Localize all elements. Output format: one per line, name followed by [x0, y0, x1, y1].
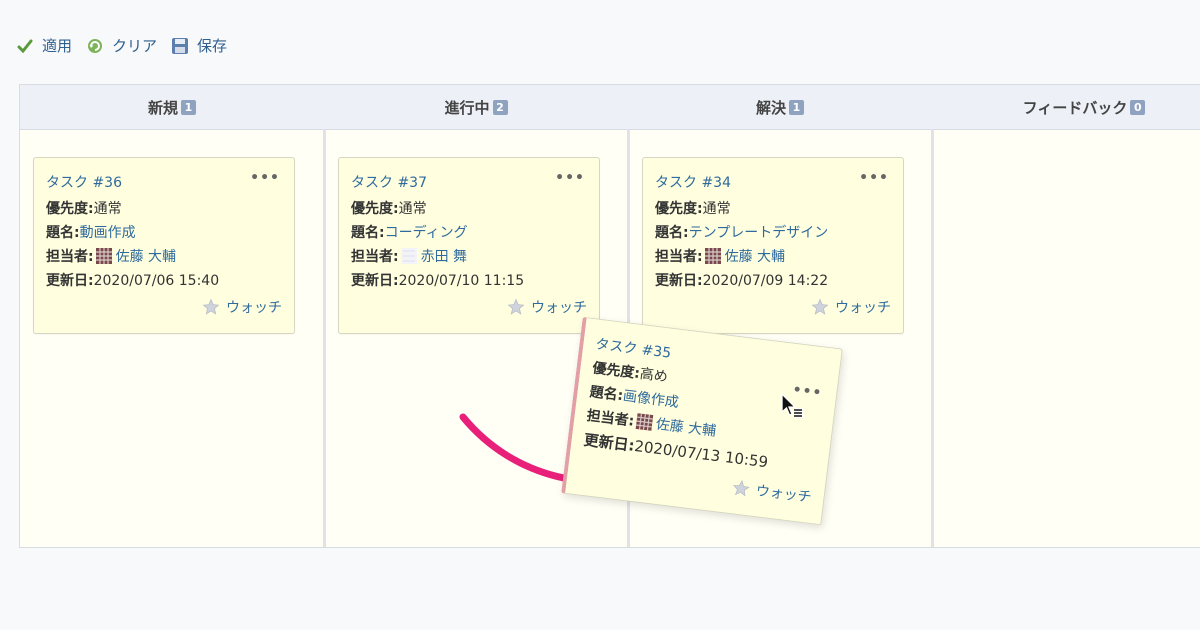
- priority-row: 優先度:通常: [655, 198, 731, 218]
- more-dots-icon[interactable]: •••: [250, 170, 280, 186]
- count-badge: 0: [1130, 99, 1146, 115]
- watch-button[interactable]: ウォッチ: [202, 297, 282, 317]
- column-title: 解決: [755, 98, 786, 117]
- column-header-new: 新規 1: [20, 85, 324, 129]
- apply-label: 適用: [42, 37, 73, 55]
- priority-label: 優先度:: [655, 201, 703, 217]
- count-badge: 1: [789, 99, 804, 115]
- task-id-link[interactable]: タスク #37: [351, 172, 427, 192]
- updated-row: 更新日:2020/07/09 14:22: [655, 270, 828, 290]
- subject-label: 題名:: [351, 225, 385, 241]
- assignee-label: 担当者:: [655, 249, 703, 265]
- avatar: [635, 413, 653, 431]
- updated-label: 更新日:: [655, 273, 703, 289]
- star-icon: [507, 298, 525, 315]
- column-title: 新規: [147, 98, 178, 117]
- assignee-label: 担当者:: [585, 407, 635, 430]
- subject-link[interactable]: 画像作成: [622, 388, 680, 411]
- task-card-36[interactable]: タスク #36 ••• 優先度:通常 題名:動画作成 担当者: 佐藤 大輔 更新日…: [33, 157, 295, 334]
- column-headers: 新規 1 進行中 2 解決 1 フィードバック 0: [20, 85, 1200, 130]
- task-id-link[interactable]: タスク #34: [655, 172, 731, 192]
- column-title: フィードバック: [1022, 98, 1128, 117]
- apply-button[interactable]: 適用: [16, 35, 72, 56]
- floppy-disk-icon: [171, 37, 189, 55]
- subject-link[interactable]: コーディング: [385, 225, 468, 241]
- updated-value: 2020/07/10 11:15: [398, 273, 525, 289]
- column-header-feedback: フィードバック 0: [932, 85, 1200, 129]
- priority-row: 優先度:通常: [351, 198, 427, 218]
- count-badge: 1: [181, 99, 196, 115]
- avatar: [400, 248, 417, 264]
- watch-label: ウォッチ: [531, 300, 587, 316]
- assignee-label: 担当者:: [46, 249, 94, 265]
- priority-label: 優先度:: [591, 360, 641, 383]
- assignee-label: 担当者:: [351, 249, 399, 265]
- assignee-link[interactable]: 赤田 舞: [421, 249, 467, 265]
- column-divider: [323, 129, 326, 547]
- save-label: 保存: [197, 37, 228, 55]
- priority-value: 通常: [702, 201, 731, 217]
- refresh-icon: [86, 37, 104, 55]
- mouse-cursor-icon: [781, 392, 803, 418]
- clear-button[interactable]: クリア: [86, 35, 157, 56]
- task-card-37[interactable]: タスク #37 ••• 優先度:通常 題名:コーディング 担当者: 赤田 舞 更新…: [338, 157, 600, 334]
- updated-row: 更新日:2020/07/06 15:40: [46, 270, 219, 290]
- column-divider: [931, 129, 934, 547]
- assignee-link[interactable]: 佐藤 大輔: [725, 249, 785, 265]
- subject-row: 題名:動画作成: [46, 222, 136, 242]
- save-button[interactable]: 保存: [171, 35, 227, 56]
- task-card-34[interactable]: タスク #34 ••• 優先度:通常 題名:テンプレートデザイン 担当者: 佐藤 …: [642, 157, 904, 334]
- updated-value: 2020/07/06 15:40: [93, 273, 220, 289]
- priority-label: 優先度:: [351, 201, 399, 217]
- updated-label: 更新日:: [351, 273, 399, 289]
- subject-row: 題名:コーディング: [351, 222, 468, 242]
- assignee-row: 担当者: 赤田 舞: [351, 246, 467, 266]
- priority-row: 優先度:通常: [46, 198, 122, 218]
- subject-link[interactable]: 動画作成: [80, 225, 136, 241]
- subject-label: 題名:: [655, 225, 689, 241]
- updated-label: 更新日:: [46, 273, 94, 289]
- column-header-resolved: 解決 1: [628, 85, 932, 129]
- assignee-link[interactable]: 佐藤 大輔: [655, 416, 717, 439]
- column-header-in-progress: 進行中 2: [324, 85, 628, 129]
- priority-value: 高め: [638, 366, 669, 386]
- priority-value: 通常: [93, 201, 122, 217]
- star-icon: [733, 479, 750, 497]
- assignee-row: 担当者: 佐藤 大輔: [655, 246, 785, 266]
- watch-label: ウォッチ: [226, 300, 282, 316]
- updated-value: 2020/07/13 10:59: [633, 437, 770, 472]
- assignee-row: 担当者: 佐藤 大輔: [46, 246, 176, 266]
- more-dots-icon[interactable]: •••: [555, 170, 585, 186]
- avatar: [95, 248, 112, 264]
- clear-label: クリア: [112, 37, 158, 55]
- updated-label: 更新日:: [582, 430, 636, 455]
- subject-link[interactable]: テンプレートデザイン: [689, 225, 829, 241]
- column-title: 進行中: [444, 98, 490, 117]
- priority-value: 通常: [398, 201, 427, 217]
- toolbar: 適用 クリア 保存: [16, 35, 227, 56]
- count-badge: 2: [492, 99, 508, 115]
- watch-label: ウォッチ: [835, 300, 891, 316]
- star-icon: [202, 298, 220, 315]
- updated-row: 更新日:2020/07/10 11:15: [351, 270, 524, 290]
- star-icon: [811, 298, 829, 315]
- updated-value: 2020/07/09 14:22: [702, 273, 829, 289]
- watch-button[interactable]: ウォッチ: [507, 297, 587, 317]
- avatar: [704, 248, 721, 264]
- checkmark-icon: [16, 37, 34, 55]
- subject-row: 題名:テンプレートデザイン: [655, 222, 828, 242]
- subject-label: 題名:: [46, 225, 80, 241]
- watch-label: ウォッチ: [754, 483, 813, 506]
- subject-label: 題名:: [588, 384, 625, 405]
- priority-label: 優先度:: [46, 201, 94, 217]
- watch-button[interactable]: ウォッチ: [811, 297, 891, 317]
- more-dots-icon[interactable]: •••: [859, 170, 889, 186]
- watch-button[interactable]: ウォッチ: [731, 477, 813, 507]
- assignee-link[interactable]: 佐藤 大輔: [116, 249, 176, 265]
- task-id-link[interactable]: タスク #36: [46, 172, 122, 192]
